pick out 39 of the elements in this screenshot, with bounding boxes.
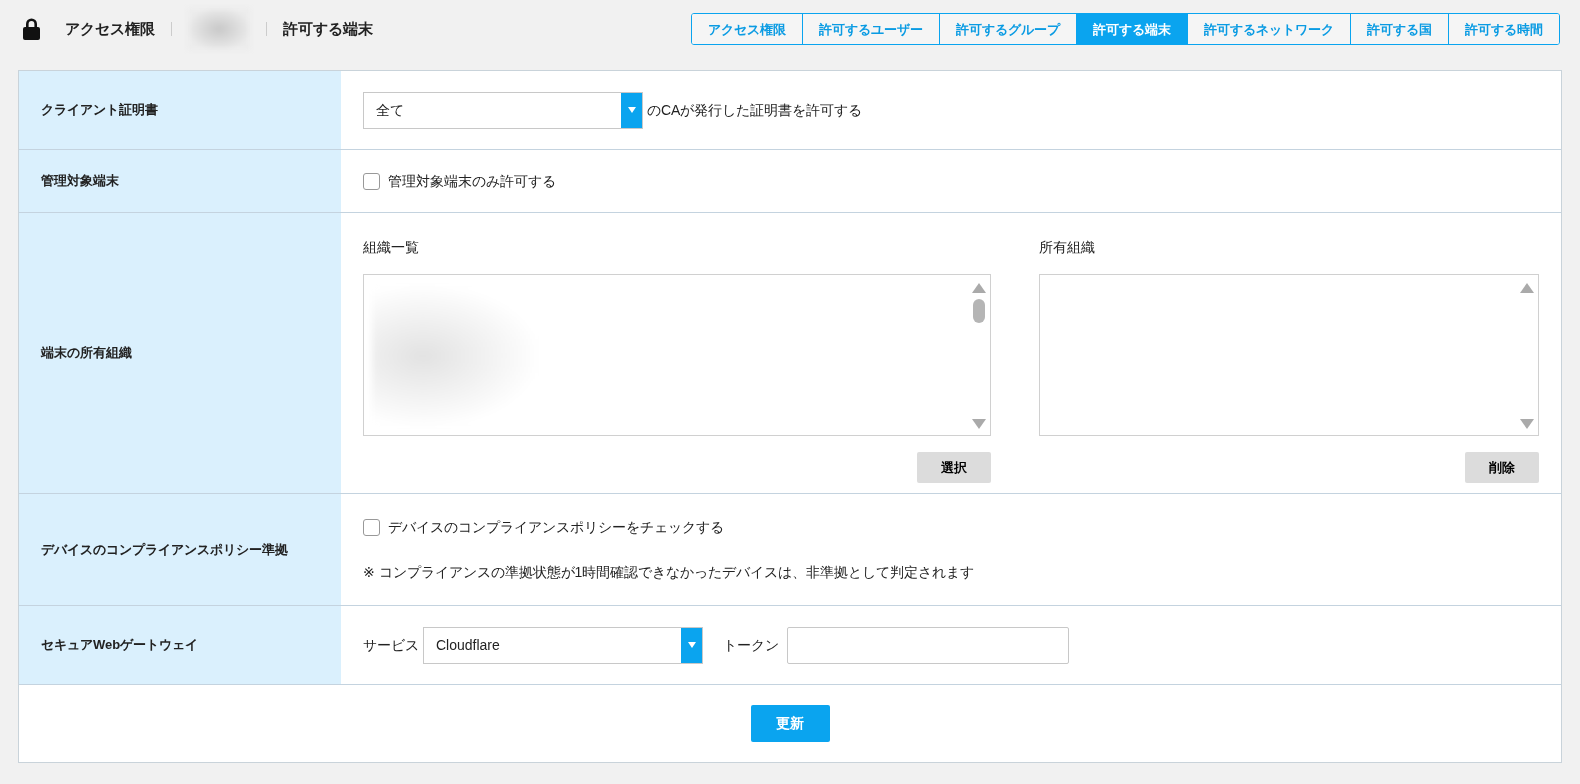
- tab[interactable]: 許可する端末: [1076, 14, 1187, 44]
- field-label: 端末の所有組織: [19, 213, 341, 493]
- list-action-button[interactable]: 削除: [1465, 452, 1539, 483]
- tab[interactable]: 許可するグループ: [939, 14, 1076, 44]
- token-input[interactable]: [787, 626, 1069, 664]
- tab[interactable]: 許可するユーザー: [802, 14, 939, 44]
- tab[interactable]: 許可する国: [1350, 14, 1448, 44]
- field-label: デバイスのコンプライアンスポリシー準拠: [19, 494, 341, 605]
- caret-icon: [627, 107, 636, 113]
- scroll-down-icon[interactable]: [1520, 419, 1534, 429]
- scrollbar-thumb[interactable]: [973, 299, 985, 323]
- breadcrumb-title: アクセス権限: [65, 18, 155, 39]
- list-title: 組織一覧: [363, 238, 420, 257]
- checkbox[interactable]: [363, 172, 380, 190]
- checkbox-label[interactable]: デバイスのコンプライアンスポリシーをチェックする: [388, 516, 724, 538]
- scroll-down-icon[interactable]: [972, 419, 986, 429]
- page-title: 許可する端末: [283, 18, 373, 39]
- tab[interactable]: 許可する時間: [1448, 14, 1559, 44]
- lock-icon: [22, 18, 41, 40]
- field-label-text: トークン: [723, 635, 779, 655]
- field-label: セキュアWebゲートウェイ: [19, 606, 341, 684]
- caret-icon: [687, 642, 696, 648]
- ca-select[interactable]: 全て: [363, 91, 643, 129]
- select-suffix-text: のCAが発行した証明書を許可する: [647, 100, 863, 120]
- list-action-button[interactable]: 選択: [917, 452, 991, 483]
- field-label: 管理対象端末: [19, 150, 341, 212]
- scroll-up-icon[interactable]: [1520, 283, 1534, 293]
- tab[interactable]: アクセス権限: [692, 14, 802, 44]
- list-box[interactable]: [363, 274, 991, 436]
- service-select[interactable]: Cloudflare: [423, 626, 703, 664]
- field-label: クライアント証明書: [19, 71, 341, 149]
- tab[interactable]: 許可するネットワーク: [1187, 14, 1350, 44]
- note-text: ※ コンプライアンスの準拠状態が1時間確認できなかったデバイスは、非準拠として判定されます: [363, 562, 976, 582]
- scroll-up-icon[interactable]: [972, 283, 986, 293]
- checkbox[interactable]: [363, 518, 380, 536]
- field-label-text: サービス: [363, 635, 419, 655]
- list-title: 所有組織: [1039, 238, 1096, 257]
- update-button[interactable]: 更新: [750, 705, 830, 742]
- checkbox-label[interactable]: 管理対象端末のみ許可する: [388, 170, 556, 192]
